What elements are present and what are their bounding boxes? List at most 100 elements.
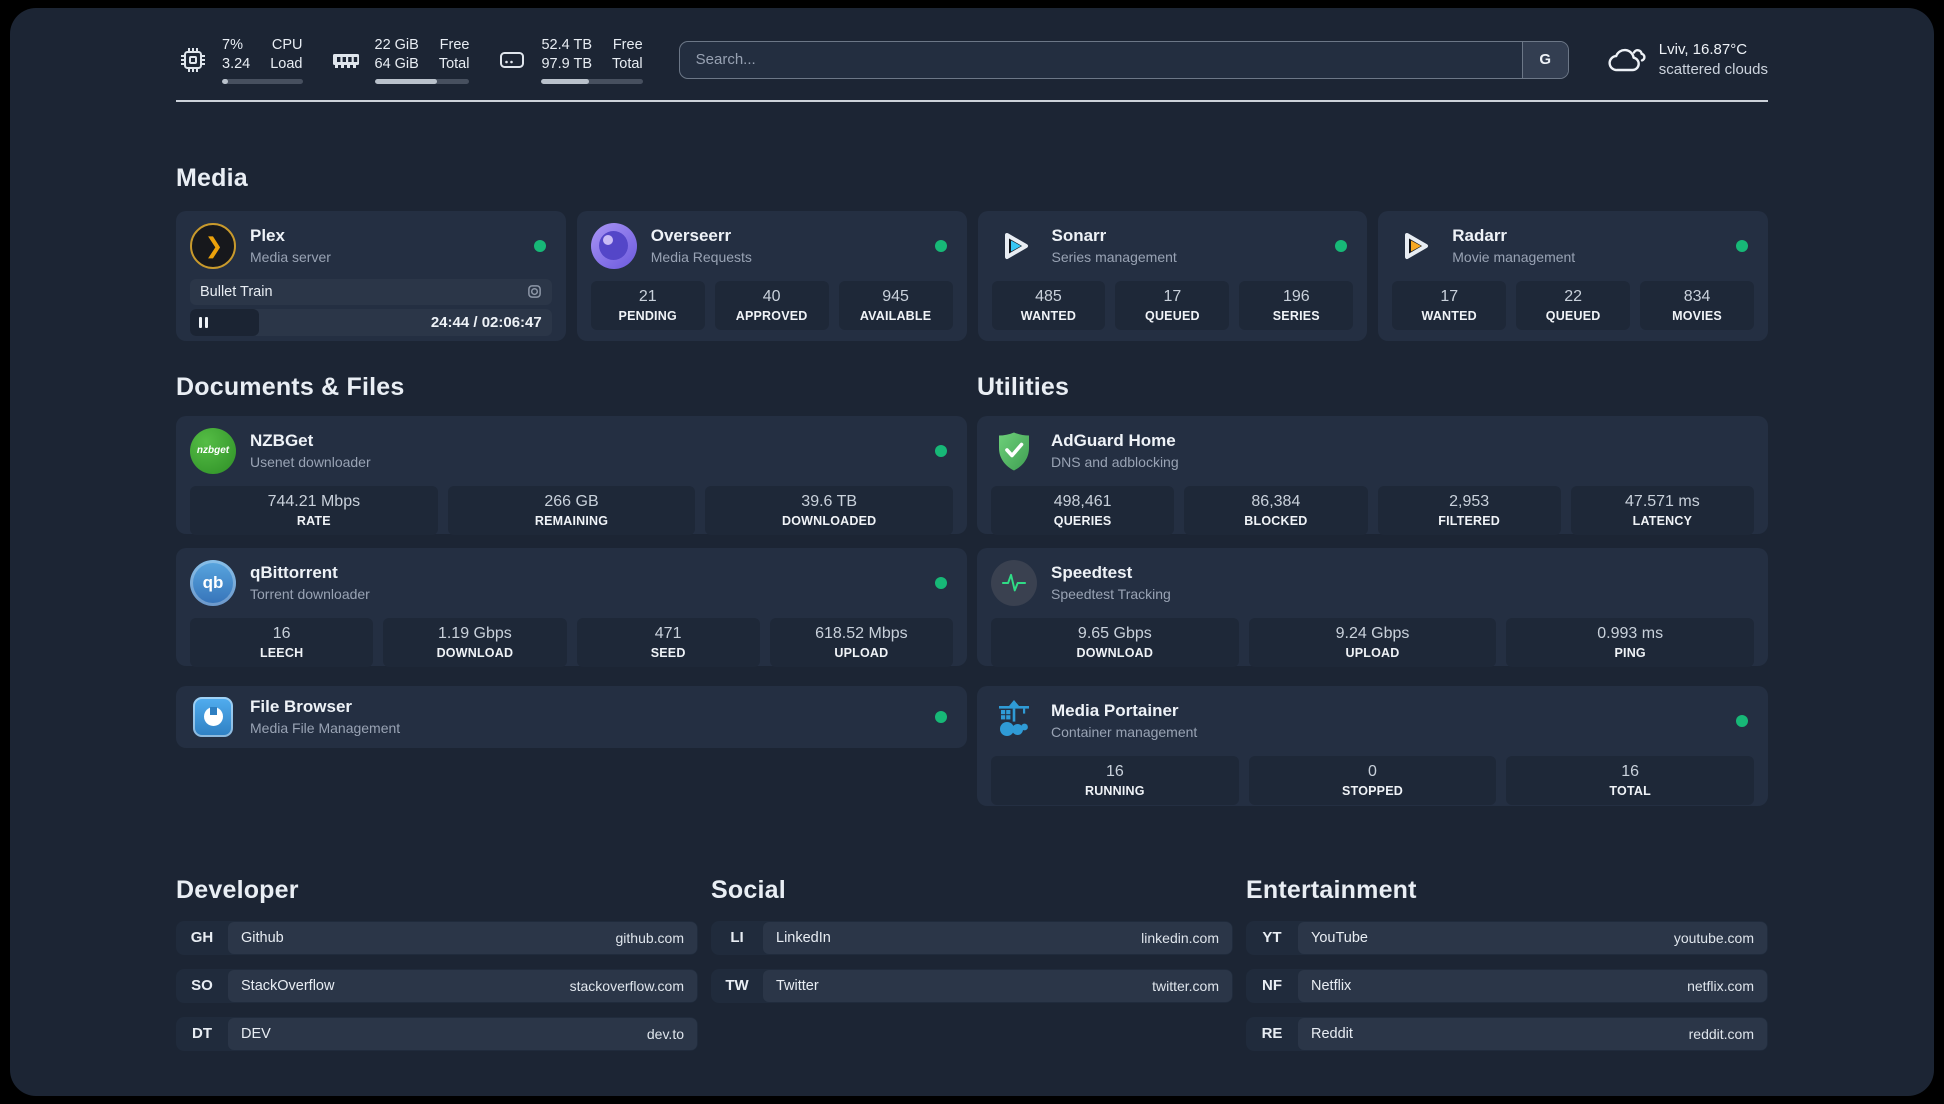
app-card-plex[interactable]: ❯ Plex Media server Bullet Train 24:44 /… xyxy=(176,210,566,341)
weather-condition: scattered clouds xyxy=(1658,60,1768,78)
app-description: Media Requests xyxy=(650,249,752,266)
app-card-overseerr[interactable]: Overseerr Media Requests 21 PENDING 40 A… xyxy=(576,210,967,341)
link-url: stackoverflow.com xyxy=(569,977,684,994)
search-input[interactable] xyxy=(679,41,1522,78)
link-dev[interactable]: DT DEV dev.to xyxy=(176,1016,698,1051)
search-engine-button[interactable]: G xyxy=(1521,41,1568,78)
app-description: Container management xyxy=(1051,724,1198,741)
app-card-file-browser[interactable]: File Browser Media File Management xyxy=(176,685,967,748)
memory-progress-bar xyxy=(374,78,470,84)
stat-seed: 471 SEED xyxy=(576,617,760,667)
cpu-usage-value: 7% xyxy=(222,37,243,53)
nzbget-icon: nzbget xyxy=(190,427,236,474)
app-card-speedtest[interactable]: Speedtest Speedtest Tracking 9.65 Gbps D… xyxy=(977,547,1768,667)
link-url: reddit.com xyxy=(1688,1025,1754,1042)
link-reddit[interactable]: RE Reddit reddit.com xyxy=(1246,1016,1768,1051)
storage-free-label: Free xyxy=(612,37,643,53)
app-title: File Browser xyxy=(250,697,353,717)
app-card-qbittorrent[interactable]: qb qBittorrent Torrent downloader 16 LEE… xyxy=(176,547,967,667)
app-description: Torrent downloader xyxy=(250,586,370,603)
link-github[interactable]: GH Github github.com xyxy=(176,920,698,955)
link-abbr: SO xyxy=(191,977,213,995)
status-dot xyxy=(934,239,947,252)
now-playing-widget: Bullet Train 24:44 / 02:06:47 xyxy=(190,278,552,336)
link-abbr: LI xyxy=(730,929,744,947)
stat-downloaded: 39.6 TB DOWNLOADED xyxy=(705,485,954,535)
stat-queued: 17 QUEUED xyxy=(1115,280,1230,330)
plex-icon: ❯ xyxy=(190,222,236,269)
app-description: Series management xyxy=(1051,249,1177,266)
section-documents-files: Documents & Files nzbget NZBGet Usenet d… xyxy=(176,373,967,762)
link-stackoverflow[interactable]: SO StackOverflow stackoverflow.com xyxy=(176,968,698,1003)
link-abbr: GH xyxy=(190,929,214,947)
stat-latency: 47.571 ms LATENCY xyxy=(1570,485,1754,535)
section-title-entertainment: Entertainment xyxy=(1246,875,1417,904)
header-bar: 7% 3.24 CPU Load 22 GiB 64 GiB Free Tota… xyxy=(176,36,1768,84)
section-title-developer: Developer xyxy=(176,875,299,904)
app-title: NZBGet xyxy=(250,431,314,451)
pause-icon xyxy=(199,316,202,328)
link-youtube[interactable]: YT YouTube youtube.com xyxy=(1246,920,1768,955)
status-dot xyxy=(935,710,947,723)
link-name: Netflix xyxy=(1311,977,1352,994)
adguard-shield-icon xyxy=(991,428,1037,474)
app-card-nzbget[interactable]: nzbget NZBGet Usenet downloader 744.21 M… xyxy=(176,415,967,535)
stat-filtered: 2,953 FILTERED xyxy=(1377,485,1561,535)
stat-ping: 0.993 ms PING xyxy=(1506,617,1755,667)
app-card-sonarr[interactable]: Sonarr Series management 485 WANTED 17 Q… xyxy=(977,210,1368,341)
app-title: Media Portainer xyxy=(1051,701,1179,721)
app-title: Speedtest xyxy=(1051,563,1133,583)
status-dot xyxy=(1736,239,1748,252)
app-card-radarr[interactable]: Radarr Movie management 17 WANTED 22 QUE… xyxy=(1378,210,1768,341)
memory-stat: 22 GiB 64 GiB Free Total xyxy=(329,36,470,84)
storage-progress-bar xyxy=(541,78,643,84)
sonarr-icon xyxy=(992,223,1038,269)
stat-wanted: 17 WANTED xyxy=(1392,280,1507,330)
link-name: StackOverflow xyxy=(241,977,335,994)
app-card-adguard-home[interactable]: AdGuard Home DNS and adblocking 498,461 … xyxy=(977,415,1768,535)
status-dot xyxy=(935,576,947,589)
now-playing-title: Bullet Train xyxy=(200,283,273,300)
status-dot xyxy=(533,239,546,252)
status-dot xyxy=(1736,714,1748,727)
stat-rate: 744.21 Mbps RATE xyxy=(190,485,438,535)
status-dot xyxy=(935,444,947,457)
stat-series: 196 SERIES xyxy=(1239,280,1354,330)
cpu-load-value: 3.24 xyxy=(222,55,251,72)
app-description: Usenet downloader xyxy=(250,454,371,471)
link-abbr: TW xyxy=(725,977,749,995)
playback-played-segment xyxy=(190,308,259,336)
dashboard: 7% 3.24 CPU Load 22 GiB 64 GiB Free Tota… xyxy=(10,8,1934,1096)
camera-icon[interactable] xyxy=(527,284,542,299)
overseerr-icon xyxy=(590,222,637,269)
app-description: DNS and adblocking xyxy=(1051,454,1179,471)
cpu-progress-bar xyxy=(222,78,303,84)
app-title: Radarr xyxy=(1452,226,1508,246)
app-description: Movie management xyxy=(1452,249,1576,266)
section-title-utilities: Utilities xyxy=(977,372,1070,401)
playback-progress-bar[interactable]: 24:44 / 02:06:47 xyxy=(190,308,552,336)
cpu-icon xyxy=(176,43,210,77)
storage-total-label: Total xyxy=(612,55,643,72)
link-netflix[interactable]: NF Netflix netflix.com xyxy=(1246,968,1768,1003)
link-name: Github xyxy=(241,929,284,946)
system-stats: 7% 3.24 CPU Load 22 GiB 64 GiB Free Tota… xyxy=(176,36,643,84)
speedtest-pulse-icon xyxy=(991,559,1037,606)
stat-queries: 498,461 QUERIES xyxy=(991,485,1175,535)
media-card-grid: ❯ Plex Media server Bullet Train 24:44 /… xyxy=(176,210,1768,341)
storage-stat: 52.4 TB 97.9 TB Free Total xyxy=(495,36,643,84)
link-name: Twitter xyxy=(776,977,819,994)
cpu-stat: 7% 3.24 CPU Load xyxy=(176,36,303,84)
memory-free-value: 22 GiB xyxy=(374,37,419,53)
section-title-media: Media xyxy=(176,163,248,192)
section-title-documents: Documents & Files xyxy=(176,372,405,401)
app-title: qBittorrent xyxy=(250,563,338,583)
weather-location-temp: Lviv, 16.87°C xyxy=(1658,40,1748,58)
link-twitter[interactable]: TW Twitter twitter.com xyxy=(711,968,1233,1003)
section-utilities: Utilities AdGuard Home DNS and adblockin… xyxy=(977,373,1768,820)
app-card-media-portainer[interactable]: Media Portainer Container management 16 … xyxy=(977,685,1768,806)
link-linkedin[interactable]: LI LinkedIn linkedin.com xyxy=(711,920,1233,955)
storage-free-value: 52.4 TB xyxy=(541,37,593,53)
cpu-load-label: Load xyxy=(270,55,303,72)
file-browser-icon xyxy=(190,694,236,740)
